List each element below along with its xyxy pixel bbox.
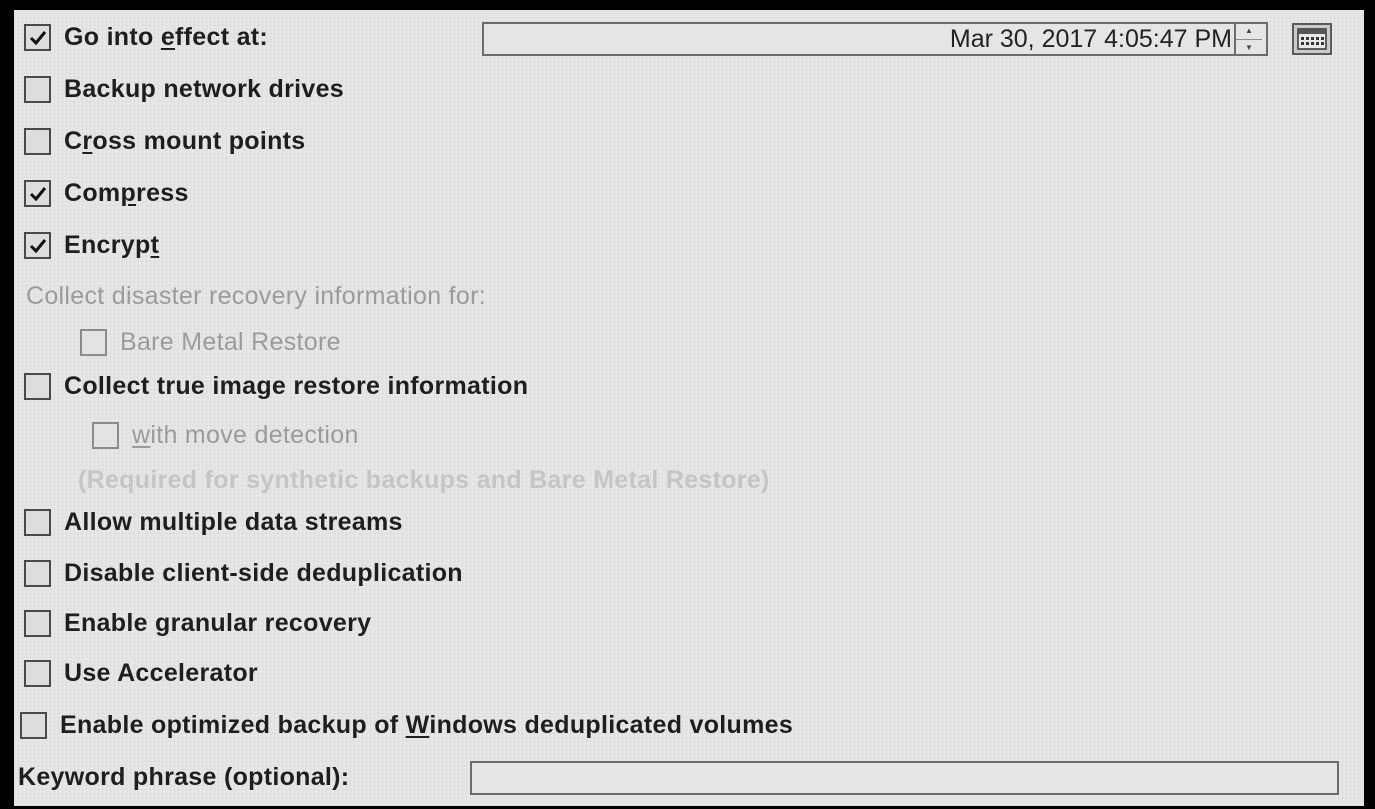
keyword-input[interactable] bbox=[470, 761, 1339, 795]
backup-network-drives-checkbox[interactable] bbox=[24, 76, 51, 103]
effective-datetime-field[interactable]: Mar 30, 2017 4:05:47 PM ▲ ▼ bbox=[482, 22, 1268, 56]
compress-checkbox[interactable] bbox=[24, 180, 51, 207]
use-accelerator-row[interactable]: Use Accelerator bbox=[24, 659, 258, 688]
cross-mount-points-checkbox[interactable] bbox=[24, 128, 51, 155]
calendar-button[interactable] bbox=[1292, 23, 1332, 55]
calendar-icon bbox=[1297, 28, 1327, 50]
go-into-effect-checkbox[interactable] bbox=[24, 24, 51, 51]
go-into-effect-row[interactable]: Go into effect at: bbox=[24, 23, 268, 52]
checkmark-icon bbox=[29, 30, 46, 45]
optimized-backup-label: Enable optimized backup of Windows dedup… bbox=[60, 711, 794, 739]
encrypt-row[interactable]: Encrypt bbox=[24, 231, 159, 260]
use-accelerator-checkbox[interactable] bbox=[24, 660, 51, 687]
keyword-row: Keyword phrase (optional): bbox=[18, 763, 349, 792]
use-accelerator-label: Use Accelerator bbox=[64, 659, 258, 687]
bare-metal-restore-checkbox bbox=[80, 329, 107, 356]
checkmark-icon bbox=[29, 186, 46, 201]
multiple-data-streams-row[interactable]: Allow multiple data streams bbox=[24, 508, 403, 537]
backup-network-drives-row[interactable]: Backup network drives bbox=[24, 75, 344, 104]
disaster-recovery-heading: Collect disaster recovery information fo… bbox=[26, 282, 486, 310]
cross-mount-points-row[interactable]: Cross mount points bbox=[24, 127, 306, 156]
disable-dedup-row[interactable]: Disable client-side deduplication bbox=[24, 559, 463, 588]
disable-dedup-label: Disable client-side deduplication bbox=[64, 559, 463, 587]
true-image-restore-checkbox[interactable] bbox=[24, 373, 51, 400]
go-into-effect-label: Go into effect at: bbox=[64, 23, 269, 51]
keyword-label: Keyword phrase (optional): bbox=[18, 763, 350, 791]
disable-dedup-checkbox[interactable] bbox=[24, 560, 51, 587]
true-image-restore-label: Collect true image restore information bbox=[64, 372, 529, 400]
policy-attributes-panel: Go into effect at: Mar 30, 2017 4:05:47 … bbox=[14, 10, 1364, 806]
cross-mount-points-label: Cross mount points bbox=[64, 127, 306, 155]
encrypt-checkbox[interactable] bbox=[24, 232, 51, 259]
datetime-spinner[interactable]: ▲ ▼ bbox=[1234, 23, 1262, 55]
bare-metal-restore-label: Bare Metal Restore bbox=[120, 328, 341, 356]
backup-network-drives-label: Backup network drives bbox=[64, 75, 345, 103]
compress-label: Compress bbox=[64, 179, 189, 207]
spinner-up-icon[interactable]: ▲ bbox=[1236, 23, 1262, 40]
move-detection-row: with move detection bbox=[92, 421, 359, 450]
required-note: (Required for synthetic backups and Bare… bbox=[78, 466, 770, 494]
multiple-data-streams-checkbox[interactable] bbox=[24, 509, 51, 536]
spinner-down-icon[interactable]: ▼ bbox=[1236, 40, 1262, 56]
effective-datetime-value: Mar 30, 2017 4:05:47 PM bbox=[949, 24, 1232, 53]
granular-recovery-row[interactable]: Enable granular recovery bbox=[24, 609, 371, 638]
optimized-backup-checkbox[interactable] bbox=[20, 712, 47, 739]
granular-recovery-label: Enable granular recovery bbox=[64, 609, 372, 637]
move-detection-label: with move detection bbox=[132, 421, 359, 449]
granular-recovery-checkbox[interactable] bbox=[24, 610, 51, 637]
compress-row[interactable]: Compress bbox=[24, 179, 189, 208]
optimized-backup-row[interactable]: Enable optimized backup of Windows dedup… bbox=[20, 711, 793, 740]
move-detection-checkbox bbox=[92, 422, 119, 449]
multiple-data-streams-label: Allow multiple data streams bbox=[64, 508, 403, 536]
encrypt-label: Encrypt bbox=[64, 231, 160, 259]
true-image-restore-row[interactable]: Collect true image restore information bbox=[24, 372, 528, 401]
checkmark-icon bbox=[29, 238, 46, 253]
bare-metal-restore-row: Bare Metal Restore bbox=[80, 328, 341, 357]
